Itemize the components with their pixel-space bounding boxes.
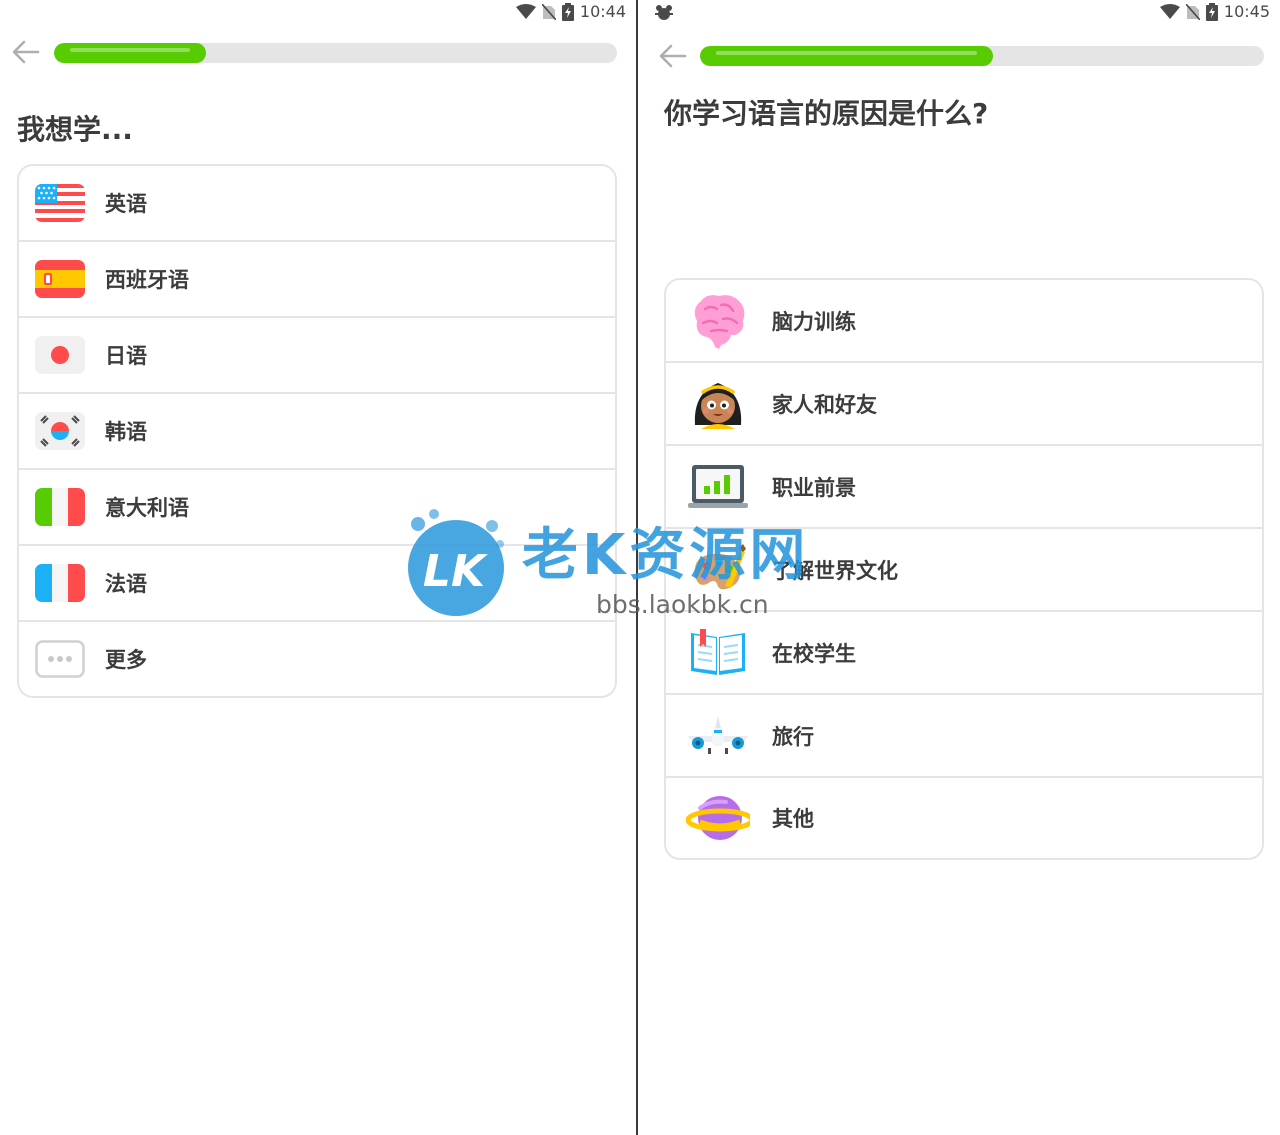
wifi-icon	[515, 3, 536, 20]
brain-icon	[686, 289, 750, 353]
no-sim-icon	[541, 3, 556, 20]
reason-option-school[interactable]: 在校学生	[666, 612, 1262, 695]
reason-option-brain-training[interactable]: 脑力训练	[666, 280, 1262, 363]
language-option-english[interactable]: 英语	[19, 166, 615, 242]
reason-option-world-culture[interactable]: 了解世界文化	[666, 529, 1262, 612]
progress-shine	[70, 48, 190, 52]
option-label: 法语	[105, 572, 147, 596]
progress-shine	[716, 51, 977, 55]
status-icons: 10:45	[1159, 2, 1270, 21]
status-bar: 10:44	[0, 0, 636, 24]
language-list: 英语 西班牙语 日语 韩语 意大利语 法语 更多	[17, 164, 617, 698]
france-flag-icon	[35, 564, 85, 602]
language-option-italian[interactable]: 意大利语	[19, 470, 615, 546]
battery-charging-icon	[1205, 2, 1218, 21]
option-label: 在校学生	[772, 641, 856, 666]
korea-flag-icon	[35, 412, 85, 450]
japan-flag-icon	[35, 336, 85, 374]
spain-flag-icon	[35, 260, 85, 298]
language-select-screen: 10:44 我想学... 英语 西班牙语 日语 韩语 意大利语 法语 更多	[0, 0, 636, 1135]
option-label: 职业前景	[772, 475, 856, 500]
option-label: 英语	[105, 192, 147, 216]
italy-flag-icon	[35, 488, 85, 526]
reason-option-career[interactable]: 职业前景	[666, 446, 1262, 529]
option-label: 家人和好友	[772, 392, 877, 417]
back-arrow-icon[interactable]	[12, 39, 42, 67]
reason-option-other[interactable]: 其他	[666, 778, 1262, 858]
option-label: 意大利语	[105, 496, 189, 520]
app-notification-icon	[654, 4, 674, 22]
battery-charging-icon	[561, 2, 574, 21]
reason-option-travel[interactable]: 旅行	[666, 695, 1262, 778]
option-label: 日语	[105, 344, 147, 368]
language-option-spanish[interactable]: 西班牙语	[19, 242, 615, 318]
status-bar: 10:45	[638, 0, 1280, 24]
option-label: 其他	[772, 807, 814, 831]
language-option-french[interactable]: 法语	[19, 546, 615, 622]
no-sim-icon	[1185, 3, 1200, 20]
reason-option-family-friends[interactable]: 家人和好友	[666, 363, 1262, 446]
page-title: 你学习语言的原因是什么?	[664, 97, 989, 130]
notification-icons	[654, 4, 674, 22]
option-label: 脑力训练	[772, 309, 856, 334]
option-label: 西班牙语	[105, 268, 189, 292]
us-flag-icon	[35, 184, 85, 222]
status-time: 10:44	[579, 2, 626, 21]
back-arrow-icon[interactable]	[659, 43, 689, 71]
more-icon	[35, 640, 85, 678]
status-time: 10:45	[1223, 2, 1270, 21]
person-icon	[686, 372, 750, 436]
planet-icon	[686, 786, 750, 850]
option-label: 韩语	[105, 420, 147, 444]
airplane-icon	[686, 704, 750, 768]
language-option-japanese[interactable]: 日语	[19, 318, 615, 394]
progress-bar	[700, 46, 1264, 66]
wifi-icon	[1159, 3, 1180, 20]
palette-icon	[686, 538, 750, 602]
language-option-more[interactable]: 更多	[19, 622, 615, 696]
language-option-korean[interactable]: 韩语	[19, 394, 615, 470]
motivation-select-screen: 10:45 你学习语言的原因是什么? 脑力训练 家人和好友 职业前景 了解世界文…	[638, 0, 1280, 1135]
option-label: 旅行	[772, 724, 814, 749]
option-label: 更多	[105, 648, 147, 672]
progress-bar	[54, 43, 617, 63]
progress-fill	[54, 43, 206, 63]
progress-fill	[700, 46, 993, 66]
book-icon	[686, 621, 750, 685]
page-title: 我想学...	[17, 113, 133, 146]
reason-list: 脑力训练 家人和好友 职业前景 了解世界文化 在校学生 旅行 其他	[664, 278, 1264, 860]
chart-monitor-icon	[686, 455, 750, 519]
option-label: 了解世界文化	[772, 558, 898, 583]
status-icons: 10:44	[515, 2, 626, 21]
